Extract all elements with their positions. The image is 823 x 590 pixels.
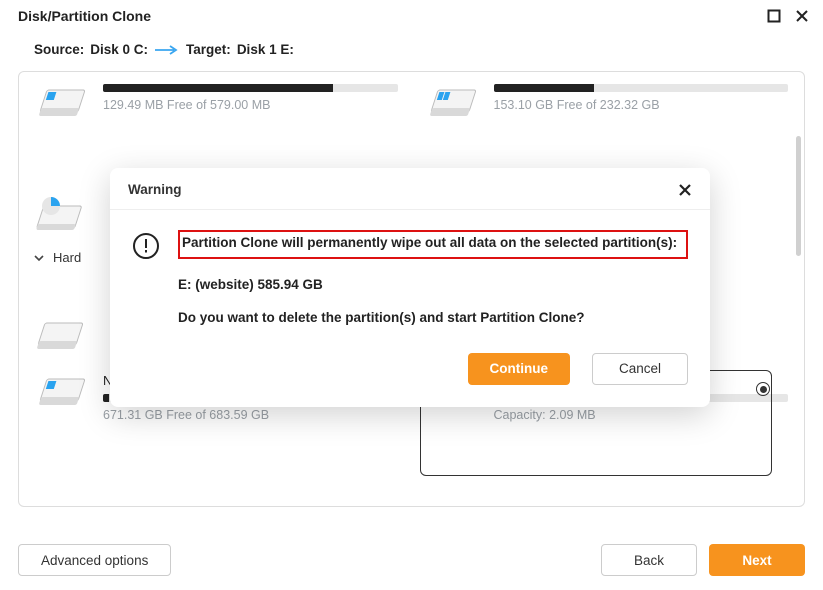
warning-highlight-box: Partition Clone will permanently wipe ou… <box>178 230 688 259</box>
modal-body: Partition Clone will permanently wipe ou… <box>110 210 710 339</box>
warning-text: Partition Clone will permanently wipe ou… <box>182 234 680 253</box>
warning-modal: Warning Partition Clone will permanently… <box>110 168 710 407</box>
continue-button[interactable]: Continue <box>468 353 571 385</box>
exclamation-icon <box>132 232 160 260</box>
cancel-button[interactable]: Cancel <box>592 353 688 385</box>
close-icon[interactable] <box>678 183 692 197</box>
modal-content: Partition Clone will permanently wipe ou… <box>178 230 688 325</box>
confirm-text: Do you want to delete the partition(s) a… <box>178 310 688 325</box>
modal-title: Warning <box>128 182 182 197</box>
modal-footer: Continue Cancel <box>110 339 710 407</box>
affected-partition: E: (website) 585.94 GB <box>178 277 688 292</box>
modal-header: Warning <box>110 168 710 210</box>
